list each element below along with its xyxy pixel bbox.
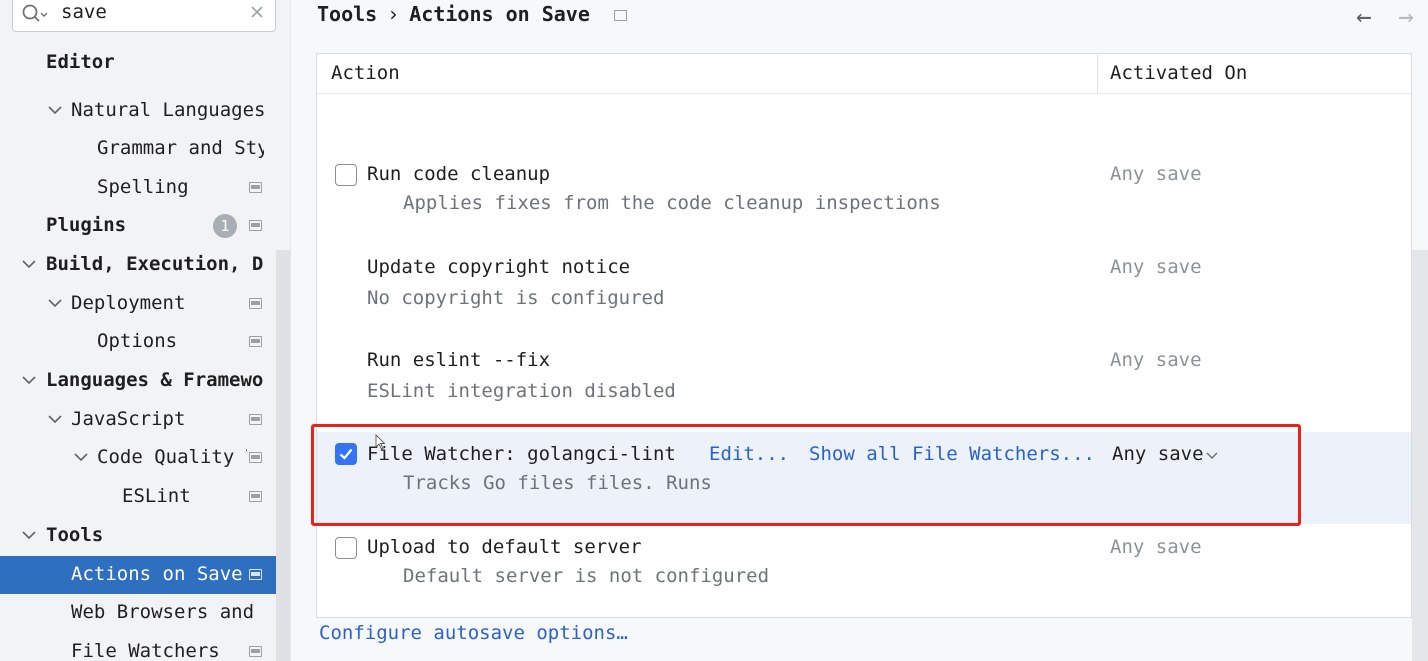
arrow-right-icon[interactable]: → — [1398, 2, 1414, 32]
project-level-icon — [249, 569, 262, 580]
chevron-down-icon[interactable] — [1206, 452, 1218, 460]
column-divider[interactable] — [1097, 54, 1098, 94]
sidebar-item-web-browsers[interactable]: Web Browsers and P — [0, 594, 290, 632]
table-row-run-eslint-fix[interactable]: Run eslint --fix ESLint integration disa… — [317, 349, 1411, 439]
row-activated-on: Any save — [1110, 163, 1202, 185]
row-title: Run code cleanup — [367, 163, 551, 185]
chevron-down-icon[interactable] — [22, 530, 36, 540]
sidebar-item-label: Languages & Framewo — [46, 369, 264, 391]
sidebar-item-spelling[interactable]: Spelling — [0, 169, 290, 207]
settings-search-input[interactable]: save — [12, 0, 276, 32]
edit-link[interactable]: Edit... — [709, 443, 789, 465]
sidebar-item-editor[interactable]: Editor — [0, 44, 290, 82]
sidebar-item-label: ESLint — [122, 485, 191, 507]
table-row-update-copyright[interactable]: Update copyright notice No copyright is … — [317, 256, 1411, 346]
search-text[interactable]: save — [61, 1, 107, 23]
mouse-cursor-icon — [375, 434, 386, 450]
project-level-icon — [249, 452, 262, 463]
sidebar-item-eslint[interactable]: ESLint — [0, 478, 290, 516]
file-watcher-checkbox[interactable] — [335, 443, 357, 465]
chevron-down-icon[interactable] — [48, 105, 62, 115]
sidebar-item-label: Editor — [46, 51, 115, 73]
arrow-left-icon[interactable]: ← — [1356, 2, 1372, 32]
breadcrumb-parent[interactable]: Tools — [317, 2, 377, 26]
show-all-file-watchers-link[interactable]: Show all File Watchers... — [809, 443, 1095, 465]
sidebar-scrollbar[interactable] — [276, 250, 290, 661]
sidebar-item-label: Web Browsers and P — [71, 601, 264, 623]
sidebar-item-label: Code Quality T — [97, 446, 247, 468]
project-level-icon — [249, 298, 262, 309]
column-header-activated-on[interactable]: Activated On — [1110, 62, 1247, 84]
run-code-cleanup-checkbox[interactable] — [335, 164, 357, 186]
row-title: Upload to default server — [367, 536, 642, 558]
breadcrumb: Tools › Actions on Save — [317, 2, 590, 26]
content-scrollbar[interactable] — [1412, 250, 1428, 661]
row-description: No copyright is configured — [367, 287, 665, 309]
updates-count-badge: 1 — [213, 214, 237, 238]
project-level-icon — [249, 182, 262, 193]
checkmark-icon — [339, 448, 353, 460]
sidebar-item-label: Natural Languages — [71, 99, 266, 121]
table-row-file-watcher-golangci-lint[interactable]: File Watcher: golangci-lint Edit... Show… — [317, 432, 1411, 524]
sidebar-item-plugins[interactable]: Plugins 1 — [0, 207, 290, 245]
row-description: ESLint integration disabled — [367, 380, 676, 402]
project-level-icon — [249, 646, 262, 657]
sidebar-item-natural-languages[interactable]: Natural Languages — [0, 92, 290, 130]
sidebar-item-tools[interactable]: Tools — [0, 517, 290, 555]
row-activated-on: Any save — [1110, 536, 1202, 558]
sidebar-item-label: Spelling — [97, 176, 189, 198]
breadcrumb-separator: › — [387, 2, 400, 26]
sidebar-item-file-watchers[interactable]: File Watchers — [0, 633, 290, 661]
chevron-down-icon[interactable] — [48, 298, 62, 308]
row-title: Update copyright notice — [367, 256, 631, 278]
row-description: Default server is not configured — [403, 565, 770, 587]
upload-default-server-checkbox[interactable] — [335, 537, 357, 559]
row-activated-on: Any save — [1110, 256, 1202, 278]
table-row-run-code-cleanup[interactable]: Run code cleanup Applies fixes from the … — [317, 162, 1411, 252]
project-level-icon — [614, 10, 627, 21]
project-level-icon — [249, 414, 262, 425]
sidebar-item-label: Grammar and Sty — [97, 137, 264, 159]
sidebar-item-build-execution-deployment[interactable]: Build, Execution, D — [0, 246, 290, 284]
project-level-icon — [249, 220, 262, 231]
sidebar-item-languages-frameworks[interactable]: Languages & Framewo — [0, 362, 290, 400]
sidebar-item-label: JavaScript — [71, 408, 186, 430]
sidebar-item-label: Plugins — [46, 214, 127, 236]
sidebar-item-code-quality-tools[interactable]: Code Quality T — [0, 439, 290, 477]
sidebar-item-label: Build, Execution, D — [46, 253, 264, 275]
sidebar-item-javascript[interactable]: JavaScript — [0, 401, 290, 439]
sidebar-item-label: Actions on Save — [71, 563, 243, 585]
sidebar-item-options[interactable]: Options — [0, 323, 290, 361]
chevron-down-icon[interactable] — [48, 414, 62, 424]
table-header: Action Activated On — [317, 54, 1411, 94]
row-title: File Watcher: golangci-lint — [367, 443, 676, 465]
sidebar-item-actions-on-save[interactable]: Actions on Save — [0, 556, 290, 594]
settings-sidebar: save Editor Natural Languages Grammar an… — [0, 0, 291, 661]
sidebar-item-deployment[interactable]: Deployment — [0, 285, 290, 323]
actions-table: Action Activated On Run code cleanup App… — [316, 53, 1412, 618]
chevron-down-icon[interactable] — [22, 259, 36, 269]
row-description: Tracks Go files files. Runs — [403, 472, 712, 494]
sidebar-item-label: Options — [97, 330, 178, 352]
sidebar-item-label: Tools — [46, 524, 104, 546]
chevron-down-icon[interactable] — [22, 375, 36, 385]
sidebar-item-label: Deployment — [71, 292, 186, 314]
row-activated-on: Any save — [1110, 349, 1202, 371]
table-row-upload-default-server[interactable]: Upload to default server Default server … — [317, 535, 1411, 617]
search-icon[interactable] — [21, 3, 47, 25]
project-level-icon — [249, 491, 262, 502]
activated-on-dropdown[interactable]: Any save — [1112, 443, 1204, 465]
sidebar-item-grammar-and-style[interactable]: Grammar and Sty — [0, 130, 290, 168]
sidebar-item-label: File Watchers — [71, 640, 220, 661]
row-description: Applies fixes from the code cleanup insp… — [403, 192, 941, 214]
chevron-down-icon[interactable] — [74, 452, 88, 462]
configure-autosave-link[interactable]: Configure autosave options… — [319, 622, 628, 644]
column-header-action[interactable]: Action — [331, 62, 400, 84]
project-level-icon — [249, 336, 262, 347]
clear-search-icon[interactable] — [249, 4, 265, 20]
page-title: Actions on Save — [409, 2, 590, 26]
row-title: Run eslint --fix — [367, 349, 551, 371]
